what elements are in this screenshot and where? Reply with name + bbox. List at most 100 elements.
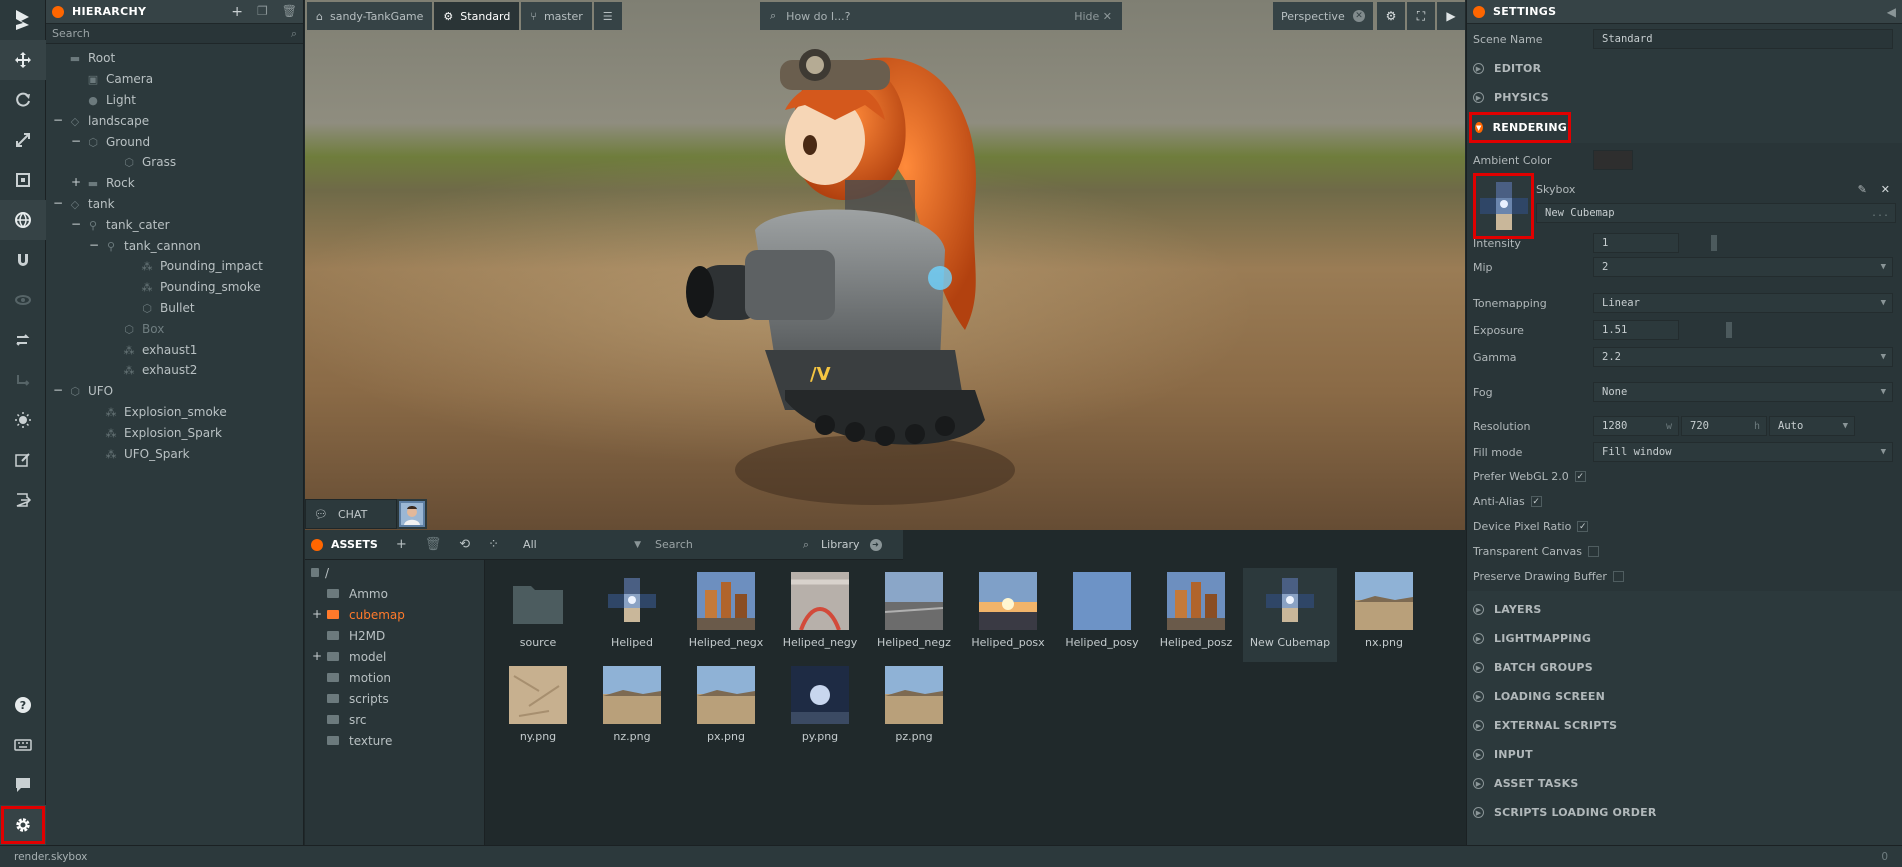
collapse-icon[interactable]: − [52, 114, 64, 127]
anti-alias-checkbox[interactable]: ✓ [1530, 496, 1542, 507]
asset-tile[interactable]: py.png [773, 662, 867, 756]
grid-view-icon[interactable]: ⁘ [488, 537, 499, 552]
device-pixel-ratio-checkbox[interactable]: ✓ [1577, 521, 1589, 532]
hierarchy-item[interactable]: ▬ Root [46, 48, 303, 69]
asset-folder-item[interactable]: scripts [305, 688, 484, 709]
asset-folder-item[interactable]: src [305, 709, 484, 730]
render-settings-gear-icon[interactable]: ⚙ [1377, 2, 1405, 30]
asset-folder-item[interactable]: motion [305, 667, 484, 688]
project-home-button[interactable]: ⌂ sandy-TankGame [307, 2, 433, 30]
asset-folder-item[interactable]: + model [305, 646, 484, 667]
settings-section-header[interactable]: ▶ LIGHTMAPPING [1467, 624, 1902, 653]
resolution-mode-select[interactable]: Auto ▼ [1769, 416, 1855, 436]
exposure-input[interactable]: 1.51 [1593, 320, 1679, 340]
preserve-drawing-buffer-checkbox[interactable] [1612, 571, 1624, 582]
slider-handle[interactable] [1711, 235, 1717, 251]
prefer-webgl2-checkbox[interactable]: ✓ [1574, 471, 1586, 482]
panel-collapse-icon[interactable] [311, 538, 323, 551]
add-asset-icon[interactable]: + [396, 537, 407, 552]
hierarchy-item[interactable]: ⁂ Explosion_Spark [46, 422, 303, 443]
expand-icon[interactable]: + [311, 650, 323, 663]
viewport[interactable]: ⌂ sandy-TankGame ⚙ Standard ⑂ master ☰ ⌕… [305, 0, 1465, 560]
settings-section-header[interactable]: ▶ BATCH GROUPS [1467, 653, 1902, 682]
redo-icon[interactable] [0, 360, 46, 400]
scene-list-button[interactable]: ☰ [593, 2, 622, 30]
launch-play-icon[interactable]: ▶ [1437, 2, 1465, 30]
expand-icon[interactable]: + [311, 608, 323, 621]
scale-tool-icon[interactable] [0, 120, 46, 160]
asset-tile[interactable]: Heliped [585, 568, 679, 662]
asset-folder-item[interactable]: / [305, 562, 484, 583]
hierarchy-item[interactable]: − ⬡ UFO [46, 381, 303, 402]
collapse-icon[interactable]: − [52, 384, 64, 397]
world-space-icon[interactable] [0, 200, 46, 240]
asset-search[interactable]: Search ⌕ [647, 534, 817, 556]
how-do-i-input[interactable]: How do I...? [786, 10, 850, 23]
hierarchy-item[interactable]: ⁂ Pounding_smoke [46, 277, 303, 298]
collapse-icon[interactable]: − [88, 239, 100, 252]
hierarchy-search-input[interactable]: Search [52, 27, 90, 40]
scene-button[interactable]: ⚙ Standard [434, 2, 520, 30]
asset-tile[interactable]: Heliped_negy [773, 568, 867, 662]
hierarchy-item[interactable]: + ▬ Rock [46, 173, 303, 194]
delete-asset-icon[interactable]: 🗑︎ [425, 537, 442, 552]
chat-button[interactable]: 💬︎ CHAT [305, 499, 397, 529]
hide-button[interactable]: Hide ✕ [1074, 10, 1112, 23]
exposure-slider[interactable] [1689, 322, 1890, 338]
hierarchy-search[interactable]: Search ⌕ [46, 24, 303, 44]
hierarchy-item[interactable]: ⁂ Pounding_impact [46, 256, 303, 277]
hierarchy-item[interactable]: − ◇ tank [46, 194, 303, 215]
user-avatar[interactable] [397, 499, 427, 529]
translate-tool-icon[interactable] [0, 40, 46, 80]
gamma-select[interactable]: 2.2 ▼ [1593, 347, 1893, 367]
hierarchy-item[interactable]: ⁂ UFO_Spark [46, 443, 303, 464]
resize-tool-icon[interactable] [0, 160, 46, 200]
hierarchy-item[interactable]: − ◇ landscape [46, 110, 303, 131]
settings-section-header[interactable]: ▶ EDITOR [1467, 54, 1902, 83]
asset-tile[interactable]: px.png [679, 662, 773, 756]
focus-eye-icon[interactable] [0, 280, 46, 320]
asset-tile[interactable]: source [491, 568, 585, 662]
asset-folder-item[interactable]: texture [305, 730, 484, 751]
settings-section-header[interactable]: ▶ EXTERNAL SCRIPTS [1467, 711, 1902, 740]
hierarchy-item[interactable]: ⁂ exhaust1 [46, 339, 303, 360]
camera-select[interactable]: Perspective ✕ [1273, 2, 1373, 30]
asset-folder-item[interactable]: H2MD [305, 625, 484, 646]
panel-collapse-icon[interactable] [52, 5, 64, 18]
resolution-width-input[interactable]: 1280 w [1593, 416, 1679, 436]
collapse-icon[interactable]: − [70, 135, 82, 148]
fill-mode-select[interactable]: Fill window ▼ [1593, 442, 1893, 462]
asset-tile[interactable]: nx.png [1337, 568, 1431, 662]
settings-gear-icon[interactable] [0, 805, 46, 845]
asset-search-input[interactable]: Search [655, 538, 693, 551]
ambient-color-swatch[interactable] [1593, 150, 1633, 170]
slider-handle[interactable] [1726, 322, 1732, 338]
playcanvas-logo[interactable] [0, 0, 45, 40]
tonemapping-select[interactable]: Linear ▼ [1593, 293, 1893, 313]
asset-type-filter[interactable]: All ▼ [517, 534, 647, 556]
branch-button[interactable]: ⑂ master [521, 2, 592, 30]
asset-folder-item[interactable]: + cubemap [305, 604, 484, 625]
transparent-canvas-checkbox[interactable] [1588, 546, 1599, 557]
how-do-i-search[interactable]: ⌕ How do I...? Hide ✕ [760, 2, 1122, 30]
asset-tile[interactable]: pz.png [867, 662, 961, 756]
keyboard-shortcuts-icon[interactable] [0, 725, 46, 765]
collapse-icon[interactable]: − [52, 197, 64, 210]
refresh-icon[interactable]: ⟲ [459, 537, 470, 552]
snap-magnet-icon[interactable] [0, 240, 46, 280]
close-icon[interactable]: ✕ [1881, 183, 1890, 196]
expand-icon[interactable]: + [70, 176, 82, 189]
fullscreen-icon[interactable]: ⛶ [1407, 2, 1435, 30]
skybox-thumbnail[interactable] [1473, 173, 1534, 239]
publish-icon[interactable] [0, 480, 46, 520]
hierarchy-item[interactable]: ⁂ exhaust2 [46, 360, 303, 381]
settings-section-header[interactable]: ▶ INPUT [1467, 740, 1902, 769]
asset-tile[interactable]: Heliped_negz [867, 568, 961, 662]
settings-section-header[interactable]: ▶ LAYERS [1467, 595, 1902, 624]
scene-name-input[interactable]: Standard [1593, 29, 1893, 49]
undo-icon[interactable] [0, 320, 46, 360]
hierarchy-item[interactable]: − ⚲ tank_cater [46, 214, 303, 235]
asset-tile[interactable]: New Cubemap [1243, 568, 1337, 662]
hierarchy-item[interactable]: ⬡ Bullet [46, 298, 303, 319]
asset-tile[interactable]: nz.png [585, 662, 679, 756]
